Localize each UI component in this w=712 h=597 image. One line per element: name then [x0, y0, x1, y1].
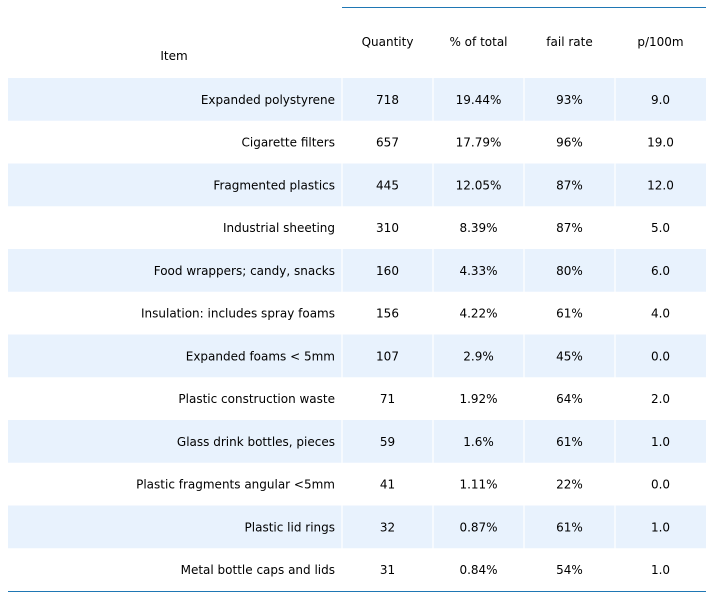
- value-cell: 87%: [556, 221, 583, 235]
- row-band: [8, 78, 706, 121]
- value-cell: 657: [376, 136, 399, 150]
- value-cell: 61%: [556, 520, 583, 534]
- value-cell: 17.79%: [456, 136, 502, 150]
- item-label-cell: Plastic lid rings: [245, 520, 335, 534]
- value-cell: 1.0: [651, 435, 670, 449]
- column-header: % of total: [449, 35, 507, 49]
- table-row: Insulation: includes spray foams 156 4.22%…: [141, 307, 670, 321]
- item-label-cell: Metal bottle caps and lids: [181, 563, 335, 577]
- value-cell: 4.22%: [459, 307, 497, 321]
- value-cell: 71: [380, 392, 395, 406]
- row-band: [8, 334, 706, 378]
- value-cell: 45%: [556, 349, 583, 363]
- value-cell: 59: [380, 435, 395, 449]
- value-cell: 4.0: [651, 307, 670, 321]
- value-cell: 8.39%: [459, 221, 497, 235]
- row-band: [8, 420, 706, 463]
- value-cell: 19.44%: [456, 93, 502, 107]
- value-cell: 4.33%: [459, 264, 497, 278]
- value-cell: 41: [380, 478, 395, 492]
- value-cell: 0.87%: [459, 520, 497, 534]
- column-header: p/100m: [637, 35, 683, 49]
- value-cell: 1.0: [651, 563, 670, 577]
- value-cell: 32: [380, 520, 395, 534]
- value-cell: 9.0: [651, 93, 670, 107]
- column-header: fail rate: [546, 35, 592, 49]
- value-cell: 2.9%: [463, 349, 494, 363]
- data-table: Item Quantity % of total fail rate p/100m Ex…: [8, 7, 706, 592]
- item-label-cell: Fragmented plastics: [213, 178, 335, 192]
- item-label-cell: Plastic construction waste: [178, 392, 335, 406]
- value-cell: 0.84%: [459, 563, 497, 577]
- table-row: Plastic construction waste 71 1.92% 64% 2.0: [178, 392, 670, 406]
- row-band: [8, 249, 706, 292]
- value-cell: 87%: [556, 178, 583, 192]
- value-cell: 445: [376, 178, 399, 192]
- value-cell: 0.0: [651, 349, 670, 363]
- item-label-cell: Cigarette filters: [241, 136, 335, 150]
- table-row: Industrial sheeting 310 8.39% 87% 5.0: [223, 221, 670, 235]
- value-cell: 19.0: [647, 136, 674, 150]
- item-label-cell: Expanded foams < 5mm: [186, 349, 335, 363]
- value-cell: 22%: [556, 478, 583, 492]
- value-cell: 31: [380, 563, 395, 577]
- column-header-item: Item: [160, 49, 187, 63]
- value-cell: 156: [376, 307, 399, 321]
- value-cell: 61%: [556, 435, 583, 449]
- value-cell: 0.0: [651, 478, 670, 492]
- item-label-cell: Glass drink bottles, pieces: [177, 435, 335, 449]
- value-cell: 5.0: [651, 221, 670, 235]
- table-row: Plastic fragments angular <5mm 41 1.11% 22%…: [136, 478, 670, 492]
- value-cell: 12.05%: [456, 178, 502, 192]
- item-label-cell: Plastic fragments angular <5mm: [136, 478, 335, 492]
- value-cell: 93%: [556, 93, 583, 107]
- value-cell: 12.0: [647, 178, 674, 192]
- value-cell: 1.6%: [463, 435, 494, 449]
- value-cell: 64%: [556, 392, 583, 406]
- item-label-cell: Food wrappers; candy, snacks: [154, 264, 335, 278]
- value-cell: 1.92%: [459, 392, 497, 406]
- value-cell: 6.0: [651, 264, 670, 278]
- item-label-cell: Industrial sheeting: [223, 221, 335, 235]
- value-cell: 80%: [556, 264, 583, 278]
- value-cell: 160: [376, 264, 399, 278]
- value-cell: 1.0: [651, 520, 670, 534]
- value-cell: 718: [376, 93, 399, 107]
- value-cell: 1.11%: [459, 478, 497, 492]
- item-label-cell: Insulation: includes spray foams: [141, 307, 335, 321]
- value-cell: 2.0: [651, 392, 670, 406]
- value-cell: 107: [376, 349, 399, 363]
- row-band: [8, 163, 706, 207]
- value-cell: 54%: [556, 563, 583, 577]
- value-cell: 61%: [556, 307, 583, 321]
- column-header: Quantity: [362, 35, 414, 49]
- row-bands: [8, 78, 706, 549]
- table-row: Metal bottle caps and lids 31 0.84% 54% 1.0: [181, 563, 670, 577]
- row-band: [8, 505, 706, 549]
- item-label-cell: Expanded polystyrene: [201, 93, 335, 107]
- table-row: Cigarette filters 657 17.79% 96% 19.0: [241, 136, 673, 150]
- value-cell: 96%: [556, 136, 583, 150]
- value-cell: 310: [376, 221, 399, 235]
- header-row: Item Quantity % of total fail rate p/100m: [160, 35, 683, 63]
